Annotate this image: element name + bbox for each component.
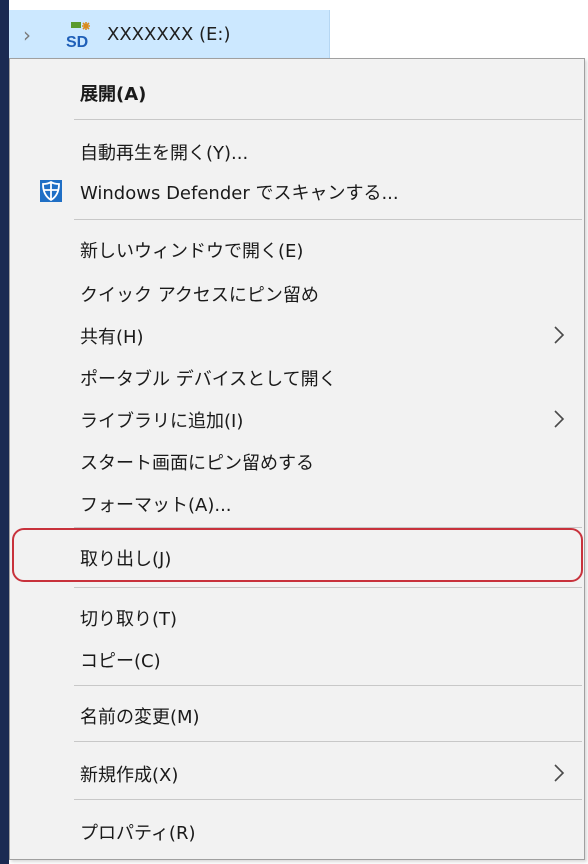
menu-item-label: ライブラリに追加(I) [80,411,244,432]
menu-item-label: コピー(C) [80,651,161,672]
context-menu: 展開(A) 自動再生を開く(Y)... Windows Defender でスキ… [9,58,585,860]
menu-separator [74,587,582,588]
menu-item-expand[interactable]: 展開(A) [10,72,584,112]
menu-item-label: 名前の変更(M) [80,707,200,728]
screenshot-stage: › SD XXXXXXX (E:) 展開(A) 自動再生を開く(Y)... Wi… [0,0,588,864]
menu-item-label: 共有(H) [80,327,144,348]
drive-label: XXXXXXX (E:) [107,24,231,45]
window-left-edge [0,0,9,864]
menu-item-label: プロパティ(R) [80,823,196,844]
menu-item-label: Windows Defender でスキャンする... [80,183,399,204]
menu-item-label: 新規作成(X) [80,765,179,786]
menu-item-copy[interactable]: コピー(C) [10,639,584,679]
menu-item-defender-scan[interactable]: Windows Defender でスキャンする... [10,171,584,211]
menu-separator [74,119,582,120]
menu-item-share[interactable]: 共有(H) [10,315,584,355]
svg-text:SD: SD [66,34,88,50]
windows-defender-icon [40,180,62,202]
menu-item-label: 展開(A) [80,84,147,105]
menu-item-label: ポータブル デバイスとして開く [80,369,337,390]
tree-item-drive-e[interactable]: › SD XXXXXXX (E:) [9,10,330,58]
menu-item-open-new-window[interactable]: 新しいウィンドウで開く(E) [10,229,584,269]
menu-item-rename[interactable]: 名前の変更(M) [10,695,584,735]
menu-item-label: 自動再生を開く(Y)... [80,143,249,164]
menu-item-pin-quick-access[interactable]: クイック アクセスにピン留め [10,273,584,313]
menu-separator [74,799,582,800]
menu-item-autoplay[interactable]: 自動再生を開く(Y)... [10,131,584,171]
submenu-arrow-icon [554,326,565,344]
menu-item-label: フォーマット(A)... [80,495,232,516]
submenu-arrow-icon [554,410,565,428]
menu-item-cut[interactable]: 切り取り(T) [10,597,584,637]
menu-separator [74,219,582,220]
menu-separator [74,685,582,686]
menu-item-label: 新しいウィンドウで開く(E) [80,241,304,262]
menu-separator [74,741,582,742]
menu-item-eject[interactable]: 取り出し(J) [10,537,584,577]
submenu-arrow-icon [554,764,565,782]
menu-item-pin-to-start[interactable]: スタート画面にピン留めする [10,441,584,481]
menu-item-properties[interactable]: プロパティ(R) [10,811,584,851]
menu-item-open-portable-device[interactable]: ポータブル デバイスとして開く [10,357,584,397]
menu-item-label: 取り出し(J) [80,549,172,570]
menu-item-new[interactable]: 新規作成(X) [10,753,584,793]
menu-item-label: 切り取り(T) [80,609,178,630]
menu-item-format[interactable]: フォーマット(A)... [10,483,584,523]
chevron-right-icon[interactable]: › [23,23,31,47]
menu-item-add-to-library[interactable]: ライブラリに追加(I) [10,399,584,439]
menu-item-label: スタート画面にピン留めする [80,453,314,474]
sd-card-icon: SD [66,22,90,50]
menu-item-label: クイック アクセスにピン留め [80,285,319,306]
menu-separator [74,527,582,528]
